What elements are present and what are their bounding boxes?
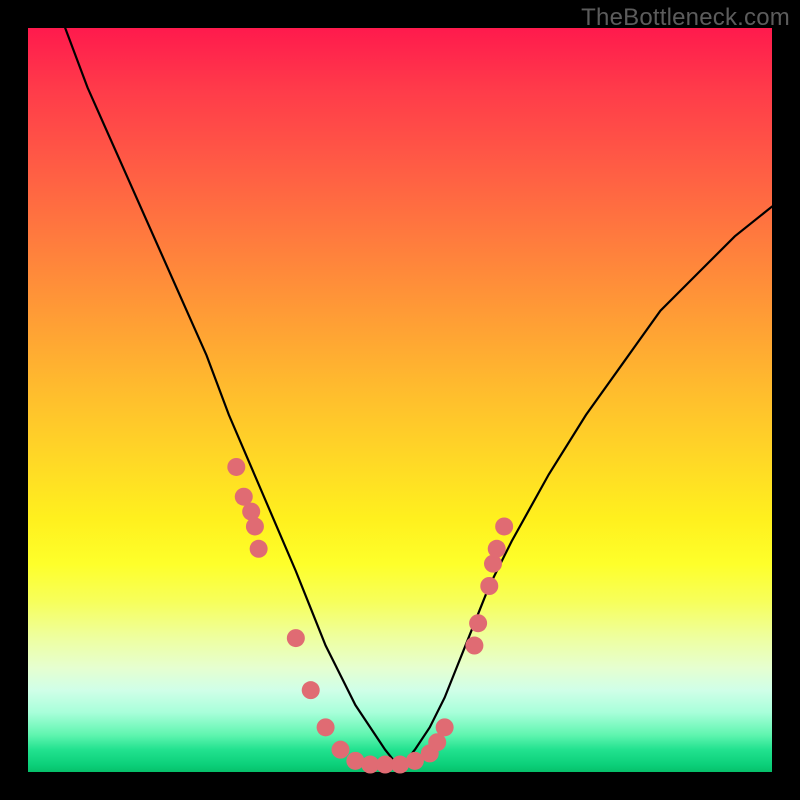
series-right-curve [400,207,772,769]
series-left-curve [65,28,400,768]
data-point [250,540,268,558]
data-point [331,741,349,759]
chart-svg [28,28,772,772]
curve-layer [65,28,772,768]
chart-frame: TheBottleneck.com [0,0,800,800]
plot-area [28,28,772,772]
data-point [465,637,483,655]
data-point [480,577,498,595]
data-point [469,614,487,632]
data-point [246,517,264,535]
data-point [488,540,506,558]
data-point [436,718,454,736]
data-point [302,681,320,699]
data-point [227,458,245,476]
data-point [495,517,513,535]
data-point [317,718,335,736]
data-point [287,629,305,647]
